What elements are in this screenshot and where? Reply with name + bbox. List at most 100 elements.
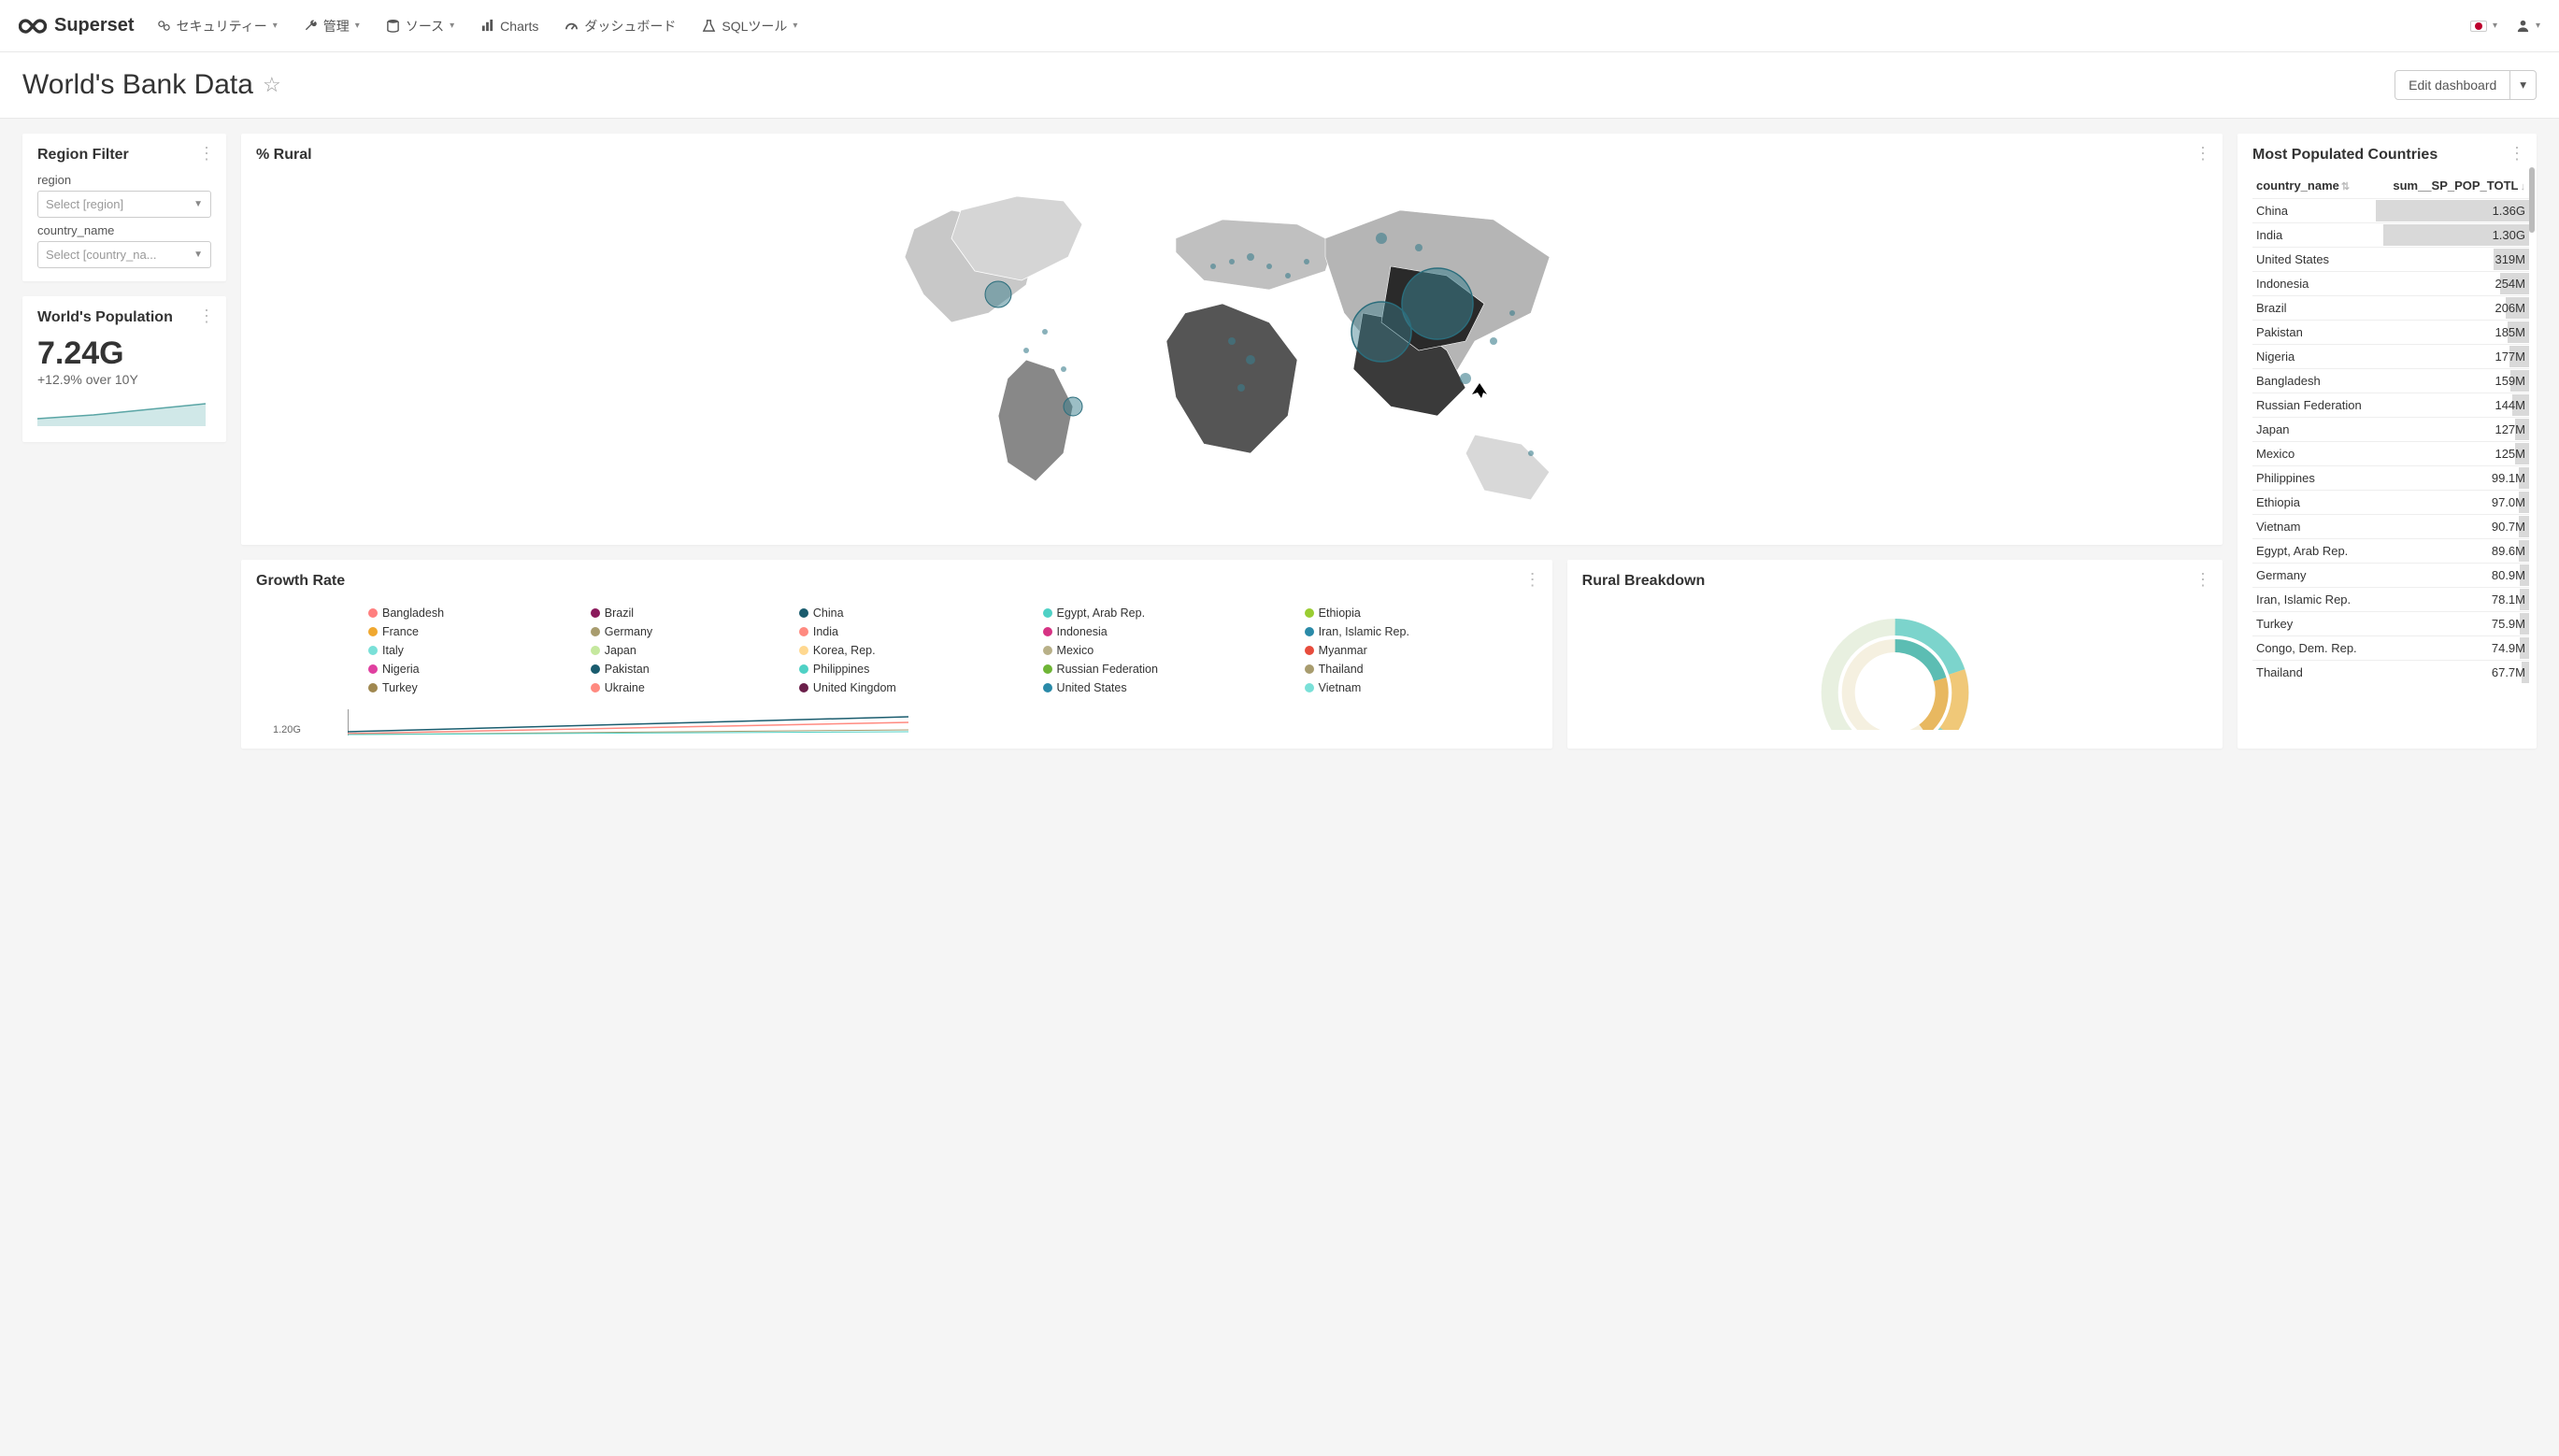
legend-item[interactable]: Turkey bbox=[368, 681, 572, 694]
col-population[interactable]: sum__SP_POP_TOTL↓ bbox=[2376, 173, 2529, 199]
language-selector[interactable]: ▾ bbox=[2470, 21, 2497, 32]
chevron-down-icon: ▾ bbox=[793, 21, 797, 31]
col-country-name[interactable]: country_name⇅ bbox=[2252, 173, 2376, 199]
panel-title: Growth Rate bbox=[256, 573, 1537, 590]
country-select[interactable]: Select [country_na... ▼ bbox=[37, 241, 211, 268]
y-axis-tick: 1.20G bbox=[256, 724, 301, 735]
flask-icon bbox=[702, 19, 716, 33]
table-row[interactable]: Brazil206M bbox=[2252, 296, 2529, 321]
rural-map-panel: ⋮ % Rural bbox=[241, 134, 2223, 545]
nav-source[interactable]: ソース▾ bbox=[386, 17, 454, 36]
panel-title: Rural Breakdown bbox=[1582, 573, 2208, 590]
legend-item[interactable]: Iran, Islamic Rep. bbox=[1305, 625, 1537, 638]
legend-dot-icon bbox=[368, 664, 378, 674]
table-row[interactable]: India1.30G bbox=[2252, 223, 2529, 248]
dashboard-actions-dropdown[interactable]: ▾ bbox=[2510, 70, 2537, 100]
legend-item[interactable]: Indonesia bbox=[1043, 625, 1286, 638]
legend-item[interactable]: Ethiopia bbox=[1305, 607, 1537, 620]
nav-charts[interactable]: Charts bbox=[480, 17, 538, 36]
legend-dot-icon bbox=[368, 646, 378, 655]
table-row[interactable]: Iran, Islamic Rep.78.1M bbox=[2252, 588, 2529, 612]
table-row[interactable]: United States319M bbox=[2252, 248, 2529, 272]
legend-item[interactable]: Nigeria bbox=[368, 663, 572, 676]
world-population-panel: ⋮ World's Population 7.24G +12.9% over 1… bbox=[22, 296, 226, 442]
table-row[interactable]: Mexico125M bbox=[2252, 442, 2529, 466]
favorite-star-icon[interactable]: ☆ bbox=[263, 73, 281, 97]
legend-dot-icon bbox=[591, 646, 600, 655]
legend-dot-icon bbox=[799, 608, 808, 618]
legend-dot-icon bbox=[1043, 683, 1052, 692]
nav-dashboard[interactable]: ダッシュボード bbox=[565, 17, 676, 36]
table-row[interactable]: Pakistan185M bbox=[2252, 321, 2529, 345]
population-delta: +12.9% over 10Y bbox=[37, 372, 211, 387]
gauge-icon bbox=[565, 19, 579, 33]
legend-item[interactable]: Vietnam bbox=[1305, 681, 1537, 694]
table-row[interactable]: Congo, Dem. Rep.74.9M bbox=[2252, 636, 2529, 661]
legend-item[interactable]: Italy bbox=[368, 644, 572, 657]
legend-item[interactable]: Russian Federation bbox=[1043, 663, 1286, 676]
panel-title: Most Populated Countries bbox=[2252, 147, 2529, 164]
table-row[interactable]: Ethiopia97.0M bbox=[2252, 491, 2529, 515]
legend-item[interactable]: France bbox=[368, 625, 572, 638]
legend-item[interactable]: Ukraine bbox=[591, 681, 780, 694]
legend-item[interactable]: Mexico bbox=[1043, 644, 1286, 657]
region-select[interactable]: Select [region] ▼ bbox=[37, 191, 211, 218]
user-menu[interactable]: ▾ bbox=[2516, 19, 2540, 33]
table-row[interactable]: Thailand67.7M bbox=[2252, 661, 2529, 685]
panel-title: % Rural bbox=[256, 147, 2208, 164]
legend-dot-icon bbox=[591, 664, 600, 674]
legend-item[interactable]: United Kingdom bbox=[799, 681, 1024, 694]
table-scrollbar[interactable] bbox=[2529, 167, 2535, 233]
legend-item[interactable]: Philippines bbox=[799, 663, 1024, 676]
legend-item[interactable]: India bbox=[799, 625, 1024, 638]
growth-line-chart[interactable] bbox=[348, 702, 1537, 735]
table-row[interactable]: Philippines99.1M bbox=[2252, 466, 2529, 491]
world-map-chart[interactable] bbox=[256, 173, 2208, 528]
nav-manage[interactable]: 管理▾ bbox=[304, 17, 360, 36]
legend-item[interactable]: United States bbox=[1043, 681, 1286, 694]
legend-item[interactable]: Pakistan bbox=[591, 663, 780, 676]
panel-menu-icon[interactable]: ⋮ bbox=[2509, 145, 2525, 162]
gears-icon bbox=[157, 19, 171, 33]
legend-item[interactable]: Brazil bbox=[591, 607, 780, 620]
chevron-down-icon: ▾ bbox=[2493, 21, 2497, 31]
legend-item[interactable]: Myanmar bbox=[1305, 644, 1537, 657]
table-row[interactable]: Bangladesh159M bbox=[2252, 369, 2529, 393]
table-row[interactable]: Turkey75.9M bbox=[2252, 612, 2529, 636]
legend-item[interactable]: Thailand bbox=[1305, 663, 1537, 676]
table-row[interactable]: Indonesia254M bbox=[2252, 272, 2529, 296]
sort-icon: ⇅ bbox=[2341, 181, 2350, 193]
filter-country-label: country_name bbox=[37, 223, 211, 237]
table-row[interactable]: China1.36G bbox=[2252, 199, 2529, 223]
legend-item[interactable]: Japan bbox=[591, 644, 780, 657]
chevron-down-icon: ▾ bbox=[450, 21, 454, 31]
panel-menu-icon[interactable]: ⋮ bbox=[198, 145, 215, 162]
header-actions: Edit dashboard ▾ bbox=[2395, 70, 2537, 100]
legend-item[interactable]: Germany bbox=[591, 625, 780, 638]
table-row[interactable]: Russian Federation144M bbox=[2252, 393, 2529, 418]
legend-item[interactable]: China bbox=[799, 607, 1024, 620]
edit-dashboard-button[interactable]: Edit dashboard bbox=[2395, 70, 2510, 100]
panel-menu-icon[interactable]: ⋮ bbox=[1524, 571, 1541, 588]
database-icon bbox=[386, 19, 400, 33]
table-row[interactable]: Nigeria177M bbox=[2252, 345, 2529, 369]
countries-table: country_name⇅ sum__SP_POP_TOTL↓ China1.3… bbox=[2252, 173, 2529, 684]
nav-security[interactable]: セキュリティー▾ bbox=[157, 17, 278, 36]
panel-menu-icon[interactable]: ⋮ bbox=[2194, 145, 2211, 162]
brand-logo[interactable]: Superset bbox=[19, 12, 135, 40]
panel-menu-icon[interactable]: ⋮ bbox=[2194, 571, 2211, 588]
table-row[interactable]: Vietnam90.7M bbox=[2252, 515, 2529, 539]
legend-item[interactable]: Egypt, Arab Rep. bbox=[1043, 607, 1286, 620]
table-row[interactable]: Germany80.9M bbox=[2252, 564, 2529, 588]
panel-menu-icon[interactable]: ⋮ bbox=[198, 307, 215, 324]
legend-dot-icon bbox=[368, 608, 378, 618]
legend-dot-icon bbox=[1043, 646, 1052, 655]
legend-dot-icon bbox=[1305, 664, 1314, 674]
table-row[interactable]: Japan127M bbox=[2252, 418, 2529, 442]
table-row[interactable]: Egypt, Arab Rep.89.6M bbox=[2252, 539, 2529, 564]
legend-dot-icon bbox=[1305, 646, 1314, 655]
legend-item[interactable]: Bangladesh bbox=[368, 607, 572, 620]
nav-sql[interactable]: SQLツール▾ bbox=[702, 17, 797, 36]
legend-item[interactable]: Korea, Rep. bbox=[799, 644, 1024, 657]
rural-sunburst-chart[interactable] bbox=[1582, 599, 2208, 730]
